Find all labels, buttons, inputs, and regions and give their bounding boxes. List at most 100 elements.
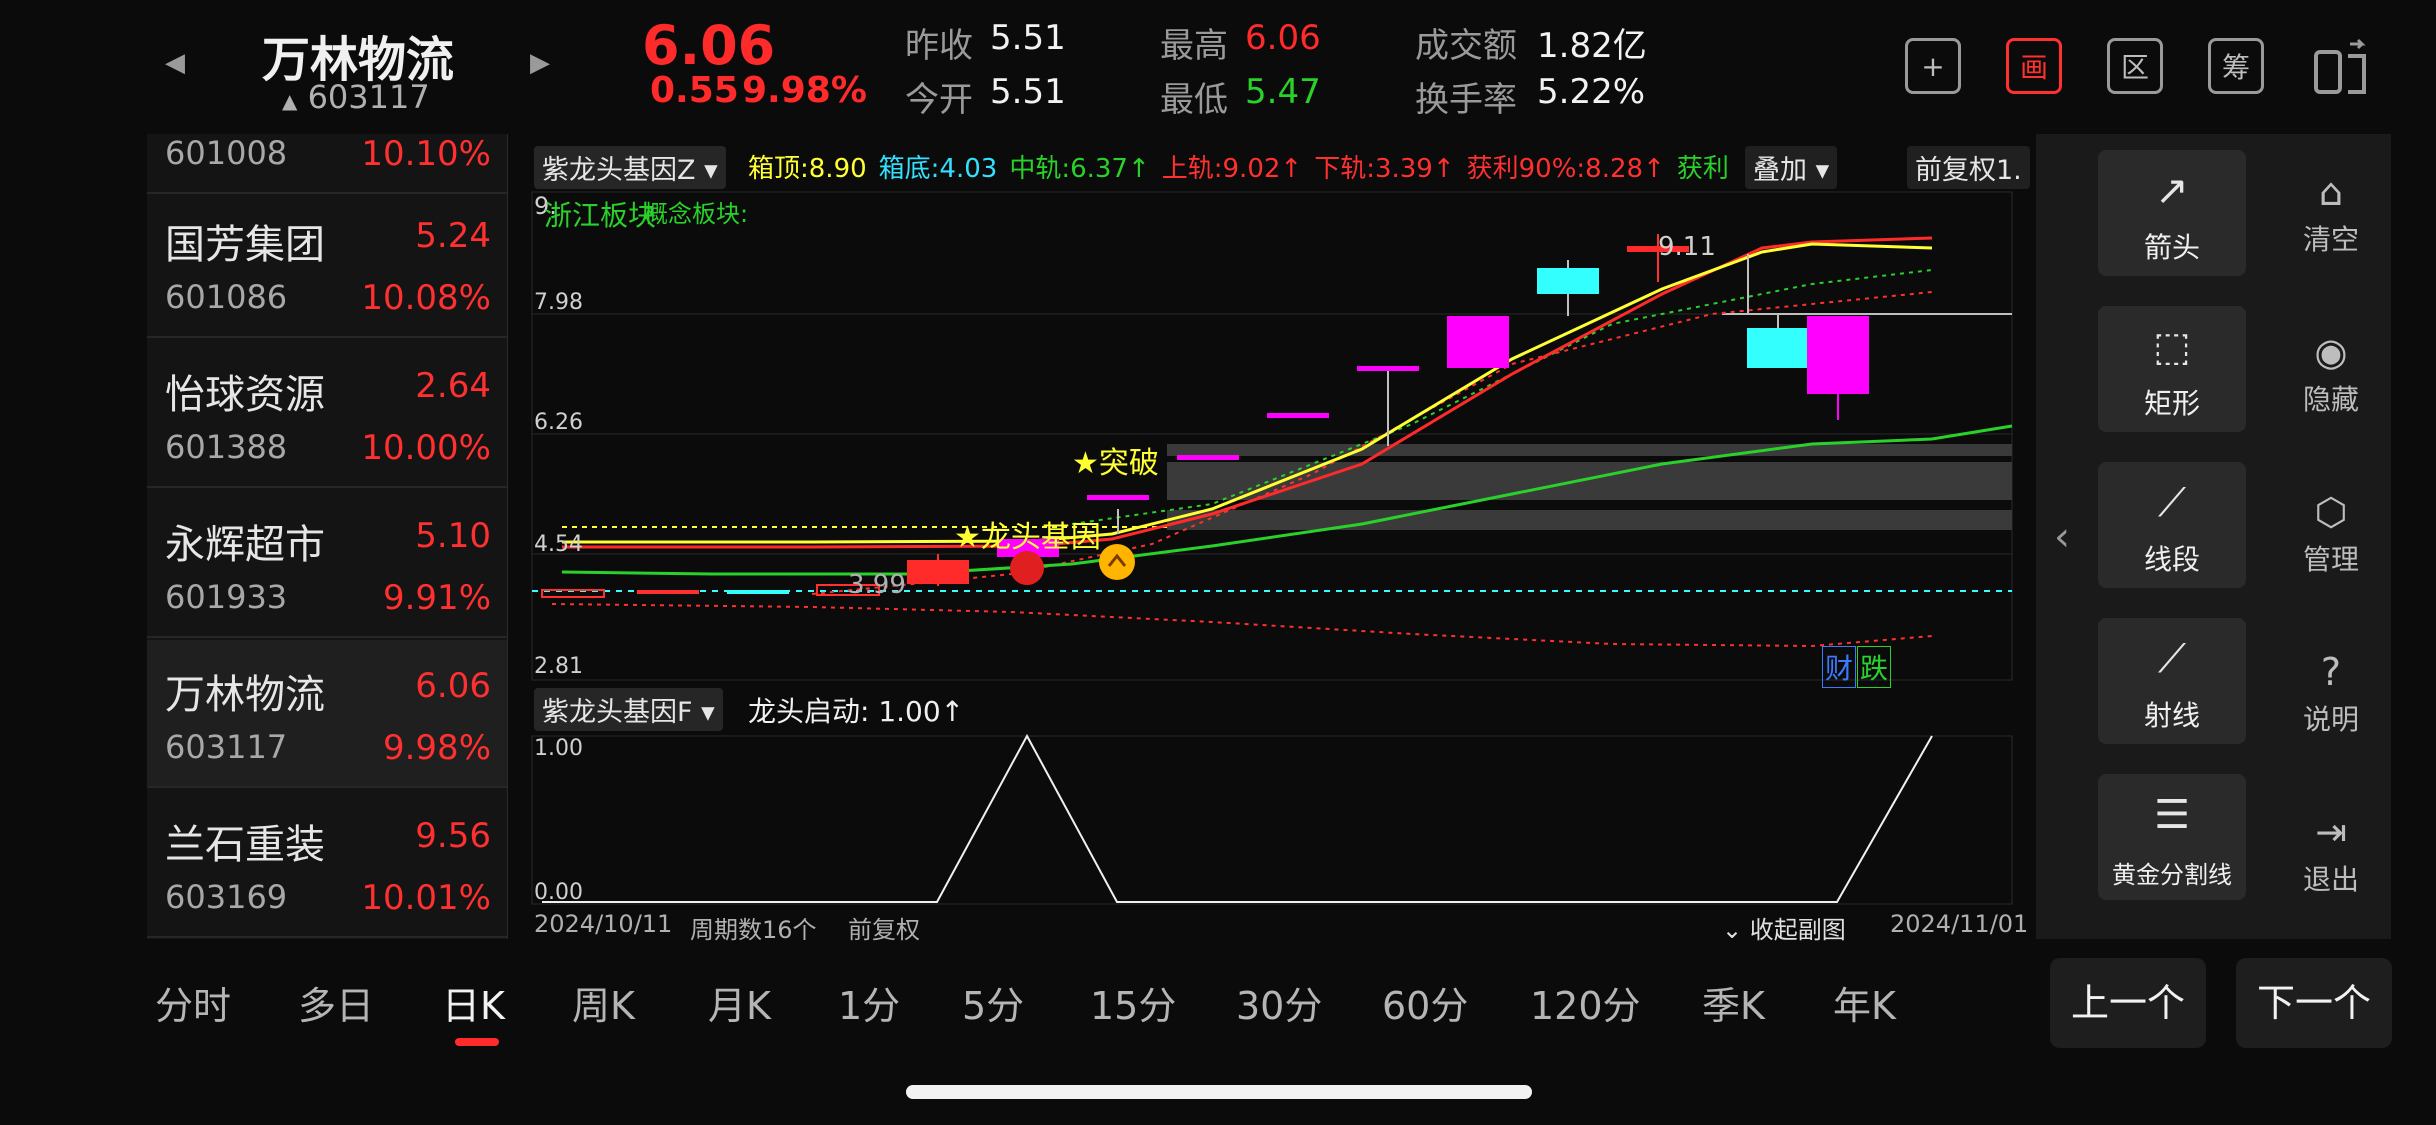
- draw-icon[interactable]: 画: [2006, 38, 2062, 94]
- candle: [1087, 495, 1149, 500]
- tab-yearly-k[interactable]: 年K: [1833, 975, 1896, 1030]
- tab-weekly-k[interactable]: 周K: [572, 975, 635, 1030]
- ma-red-line: [562, 236, 1933, 549]
- list-item[interactable]: 兰石重装 9.56 603169 10.01%: [147, 790, 507, 938]
- candle: [1177, 455, 1239, 460]
- arrow-tool-button[interactable]: ↗ 箭头: [2098, 150, 2246, 276]
- settings-hex-icon: ⬡: [2314, 490, 2348, 534]
- candle: [907, 560, 969, 584]
- ray-tool-button[interactable]: ⟋ 射线: [2098, 618, 2246, 744]
- low-value: 5.47: [1245, 72, 1321, 112]
- sub-y-bottom: 0.00: [534, 880, 583, 905]
- add-icon[interactable]: +: [1905, 38, 1961, 94]
- start-date: 2024/10/11: [534, 910, 673, 938]
- turnover-value: 5.22%: [1537, 72, 1646, 112]
- candle: [1357, 366, 1419, 371]
- range-icon[interactable]: 区: [2107, 38, 2163, 94]
- chips-icon[interactable]: 筹: [2208, 38, 2264, 94]
- stock-code: ▲ 603117: [282, 78, 430, 116]
- y-tick-label: 6.26: [534, 410, 583, 435]
- tab-30min[interactable]: 30分: [1236, 975, 1322, 1030]
- tab-1min[interactable]: 1分: [838, 975, 900, 1030]
- amount-label: 成交额: [1415, 26, 1517, 66]
- panel-collapse-icon[interactable]: ‹: [2054, 514, 2070, 560]
- candle: [1747, 328, 1809, 368]
- sub-indicator-line: [542, 733, 1933, 903]
- segment-icon: ⟋: [2158, 480, 2186, 526]
- main-plot-frame: [531, 191, 2013, 681]
- y-tick-label: 2.81: [534, 654, 583, 679]
- tab-intraday[interactable]: 分时: [155, 975, 231, 1030]
- prev-close-value: 5.51: [990, 18, 1066, 58]
- candle: [637, 590, 699, 594]
- tab-15min[interactable]: 15分: [1090, 975, 1176, 1030]
- y-tick-label: 4.54: [534, 532, 583, 557]
- open-label: 今开: [905, 80, 973, 120]
- breakthrough-label: ★突破: [1072, 446, 1159, 481]
- home-indicator[interactable]: [906, 1085, 1532, 1099]
- candle: [1807, 316, 1869, 394]
- list-item-selected[interactable]: 万林物流 6.06 603117 9.98%: [147, 640, 507, 788]
- switch-screen-icon[interactable]: [2310, 36, 2374, 104]
- tab-daily-k[interactable]: 日K: [442, 975, 505, 1030]
- next-stock-arrow[interactable]: ▶: [530, 48, 550, 78]
- list-item[interactable]: 永辉超市 5.10 601933 9.91%: [147, 490, 507, 638]
- candle: [1267, 413, 1329, 418]
- tab-monthly-k[interactable]: 月K: [708, 975, 771, 1030]
- eye-icon: ◉: [2314, 330, 2348, 374]
- clear-button[interactable]: ⌂ 清空: [2286, 170, 2376, 258]
- candle: [727, 590, 789, 594]
- tab-60min[interactable]: 60分: [1382, 975, 1468, 1030]
- list-item[interactable]: 601008 10.10%: [147, 134, 507, 194]
- fuquan-label: 前复权: [848, 916, 920, 944]
- price-change: 0.55: [650, 70, 739, 111]
- sector-label: 浙江板块: [544, 199, 657, 232]
- prev-stock-arrow[interactable]: ◀: [165, 48, 185, 78]
- arrow-icon: ↗: [2155, 168, 2189, 214]
- manage-button[interactable]: ⬡ 管理: [2286, 490, 2376, 578]
- kline-chart-area[interactable]: 紫龙头基因Z ▾ 箱顶:8.90 箱底:4.03 中轨:6.37↑ 上轨:9.0…: [512, 134, 2035, 944]
- prev-close-label: 昨收: [905, 26, 973, 66]
- fall-badge[interactable]: 跌: [1857, 646, 1892, 688]
- chart-svg: [531, 191, 2013, 905]
- signal-icon: [1099, 544, 1135, 580]
- tab-quarterly-k[interactable]: 季K: [1702, 975, 1765, 1030]
- list-item[interactable]: 国芳集团 5.24 601086 10.08%: [147, 190, 507, 338]
- open-value: 5.51: [990, 72, 1066, 112]
- dragon-gene-label: ★龙头基因: [954, 520, 1101, 555]
- high-mark: 9.11: [1658, 232, 1716, 262]
- rectangle-icon: ⬚: [2153, 324, 2191, 370]
- sub-indicator-value: 龙头启动: 1.00↑: [748, 695, 965, 728]
- concept-sector-label: 概念板块:: [644, 200, 749, 228]
- stock-list: 601008 10.10% 国芳集团 5.24 601086 10.08% 怡球…: [147, 134, 508, 939]
- tab-120min[interactable]: 120分: [1530, 975, 1641, 1030]
- segment-tool-button[interactable]: ⟋ 线段: [2098, 462, 2246, 588]
- high-value: 6.06: [1245, 18, 1321, 58]
- sub-indicator-selector[interactable]: 紫龙头基因F ▾: [534, 688, 723, 731]
- y-tick-label: 7.98: [534, 290, 583, 315]
- rectangle-tool-button[interactable]: ⬚ 矩形: [2098, 306, 2246, 432]
- list-item[interactable]: 怡球资源 2.64 601388 10.00%: [147, 340, 507, 488]
- exit-button[interactable]: ⇥ 退出: [2286, 810, 2376, 898]
- question-icon: ?: [2320, 650, 2342, 694]
- tab-5min[interactable]: 5分: [962, 975, 1024, 1030]
- active-tab-indicator: [455, 1038, 499, 1046]
- drawing-tools-panel: ‹ ↗ 箭头 ⬚ 矩形 ⟋ 线段 ⟋ 射线 ☰ 黄金分割线 ⌂ 清空 ◉ 隐藏 …: [2036, 134, 2391, 939]
- price-change-pct: 9.98%: [742, 70, 867, 111]
- golden-ratio-tool-button[interactable]: ☰ 黄金分割线: [2098, 774, 2246, 900]
- tab-multi-day[interactable]: 多日: [298, 975, 374, 1030]
- candle: [1537, 268, 1599, 294]
- lower-band-line: [551, 603, 1933, 648]
- end-date: 2024/11/01: [1890, 910, 2029, 938]
- broom-icon: ⌂: [2318, 170, 2344, 214]
- hide-button[interactable]: ◉ 隐藏: [2286, 330, 2376, 418]
- period-count: 周期数16个: [690, 916, 817, 944]
- candle: [1447, 316, 1509, 368]
- collapse-subchart-button[interactable]: ⌄ 收起副图: [1722, 910, 1846, 945]
- sub-y-top: 1.00: [534, 736, 583, 761]
- next-button[interactable]: 下一个: [2236, 958, 2392, 1048]
- finance-badge[interactable]: 财: [1822, 646, 1857, 688]
- help-button[interactable]: ? 说明: [2286, 650, 2376, 738]
- sub-plot-frame: [531, 735, 2013, 905]
- prev-button[interactable]: 上一个: [2050, 958, 2206, 1048]
